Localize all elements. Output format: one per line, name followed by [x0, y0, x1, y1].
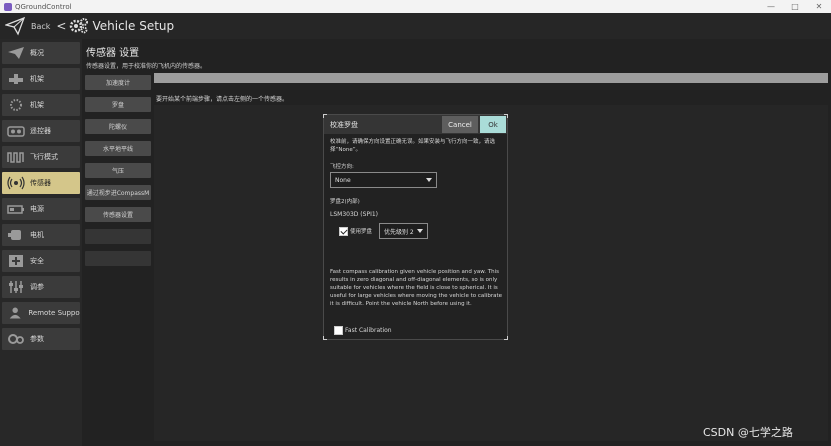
plane-icon	[8, 47, 24, 59]
sidebar-item-label: 飞行模式	[30, 153, 58, 161]
safety-icon	[9, 255, 23, 267]
back-arrow[interactable]: <	[56, 19, 66, 33]
priority-select[interactable]: 优先级别 2	[379, 223, 428, 239]
sidebar-item-radio[interactable]: 遥控器	[2, 120, 80, 142]
accelerometer-button[interactable]: 加速度计	[85, 75, 151, 90]
app-window: QGroundControl — □ ✕ Back < Vehicle Setu…	[0, 0, 831, 446]
compass-name: LSM303D (SPI1)	[330, 211, 379, 218]
sidebar-item-power[interactable]: 电源	[2, 198, 80, 220]
cancel-button[interactable]: Cancel	[442, 116, 478, 133]
airspeed-button[interactable]: 气压	[85, 163, 151, 178]
tuning-icon	[9, 281, 23, 293]
back-button[interactable]: Back	[31, 22, 50, 31]
resize-corner	[504, 114, 508, 118]
level-horizon-button[interactable]: 陀螺仪	[85, 119, 151, 134]
window-controls: — □ ✕	[759, 2, 831, 11]
use-compass-label: 使用罗盘	[350, 229, 373, 235]
sidebar-item-motors[interactable]: 电机	[2, 224, 80, 246]
dialog-intro-text: 校准前，请确保方向设置正确无误。如果安装与飞行方向一致，请选择“None”。	[330, 139, 496, 153]
gyroscope-button[interactable]: 水平地平线	[85, 141, 151, 156]
orientation-select[interactable]: None	[330, 172, 437, 188]
chevron-down-icon	[417, 229, 423, 233]
sidebar-item-label: 机架	[30, 75, 44, 83]
disabled-sensor-button	[85, 229, 151, 244]
sidebar-item-airframe[interactable]: 机架	[2, 68, 80, 90]
sidebar-item-frame[interactable]: 机架	[2, 94, 80, 116]
chevron-down-icon	[426, 178, 432, 182]
paper-plane-icon[interactable]	[5, 16, 25, 36]
airframe-icon	[9, 74, 23, 84]
sidebar-item-label: 调参	[30, 283, 44, 291]
gears-icon	[70, 18, 89, 34]
motor-icon	[8, 230, 21, 240]
sidebar-item-remote-support[interactable]: Remote Support	[2, 302, 80, 324]
ok-button[interactable]: Ok	[480, 116, 506, 133]
fast-calibration-checkbox[interactable]	[334, 326, 343, 335]
calibration-progress-bar	[154, 73, 828, 83]
sidebar-item-label: 电机	[30, 231, 44, 239]
compass-calibration-dialog: 校准罗盘 Cancel Ok 校准前，请确保方向设置正确无误。如果安装与飞行方向…	[323, 114, 508, 340]
fast-calibration-description: Fast compass calibration given vehicle p…	[330, 269, 502, 307]
person-icon	[9, 307, 21, 319]
sidebar-item-label: 传感器	[30, 179, 51, 187]
compassmot-button[interactable]: 通过视步进CompassM	[85, 185, 151, 200]
sidebar-item-label: 遥控器	[30, 127, 51, 135]
sidebar-item-label: 概况	[30, 49, 44, 57]
minimize-button[interactable]: —	[759, 2, 783, 11]
sidebar-item-flight-modes[interactable]: 飞行模式	[2, 146, 80, 168]
radio-icon	[7, 126, 25, 137]
gears-icon	[8, 334, 24, 344]
qgc-logo-icon	[4, 2, 12, 11]
sidebar-item-tuning[interactable]: 调参	[2, 276, 80, 298]
sidebar-item-sensors[interactable]: 传感器	[2, 172, 80, 194]
close-button[interactable]: ✕	[807, 2, 831, 11]
disabled-sensor-button	[85, 251, 151, 266]
resize-corner	[323, 336, 327, 340]
maximize-button[interactable]: □	[783, 2, 807, 11]
sidebar-item-summary[interactable]: 概况	[2, 42, 80, 64]
sidebar-item-label: 安全	[30, 257, 44, 265]
window-title: QGroundControl	[15, 2, 72, 11]
sidebar-item-safety[interactable]: 安全	[2, 250, 80, 272]
sensors-subheading: 传感器设置，用于校准你的飞机内的传感器。	[86, 63, 207, 70]
csdn-watermark: CSDN @七学之路	[703, 426, 793, 439]
spinner-icon	[10, 99, 22, 111]
orientation-value: None	[335, 176, 351, 184]
sidebar-item-label: 参数	[30, 335, 44, 343]
use-compass-checkbox[interactable]	[339, 227, 348, 236]
calibration-instruction: 要开始某个前端步骤，请点击左侧的一个传感器。	[156, 96, 289, 103]
compass-label: 罗盘2(内部)	[330, 199, 360, 205]
battery-icon	[7, 205, 24, 214]
waveform-icon	[7, 152, 24, 163]
page-title: Vehicle Setup	[92, 19, 175, 33]
signal-icon	[7, 176, 25, 190]
sidebar-item-parameters[interactable]: 参数	[2, 328, 80, 350]
setup-sidebar: 概况 机架 机架 遥控器 飞行模式 传感器 电源 电机 安全 调参 Remote…	[0, 39, 82, 446]
top-toolbar: Back < Vehicle Setup	[0, 13, 831, 39]
window-titlebar: QGroundControl — □ ✕	[0, 0, 831, 13]
orientation-label: 飞控方向:	[330, 164, 354, 170]
sensor-settings-button[interactable]: 传感器设置	[85, 207, 151, 222]
dialog-header: 校准罗盘 Cancel Ok	[324, 115, 507, 134]
priority-value: 优先级别 2	[384, 228, 414, 236]
resize-corner	[323, 114, 327, 118]
resize-corner	[504, 336, 508, 340]
sidebar-item-label: 电源	[30, 205, 44, 213]
sidebar-item-label: Remote Support	[28, 309, 80, 317]
fast-calibration-label: Fast Calibration	[345, 327, 392, 334]
compass-button[interactable]: 罗盘	[85, 97, 151, 112]
sensors-heading: 传感器 设置	[86, 48, 140, 59]
dialog-title: 校准罗盘	[330, 121, 358, 129]
sidebar-item-label: 机架	[30, 101, 44, 109]
